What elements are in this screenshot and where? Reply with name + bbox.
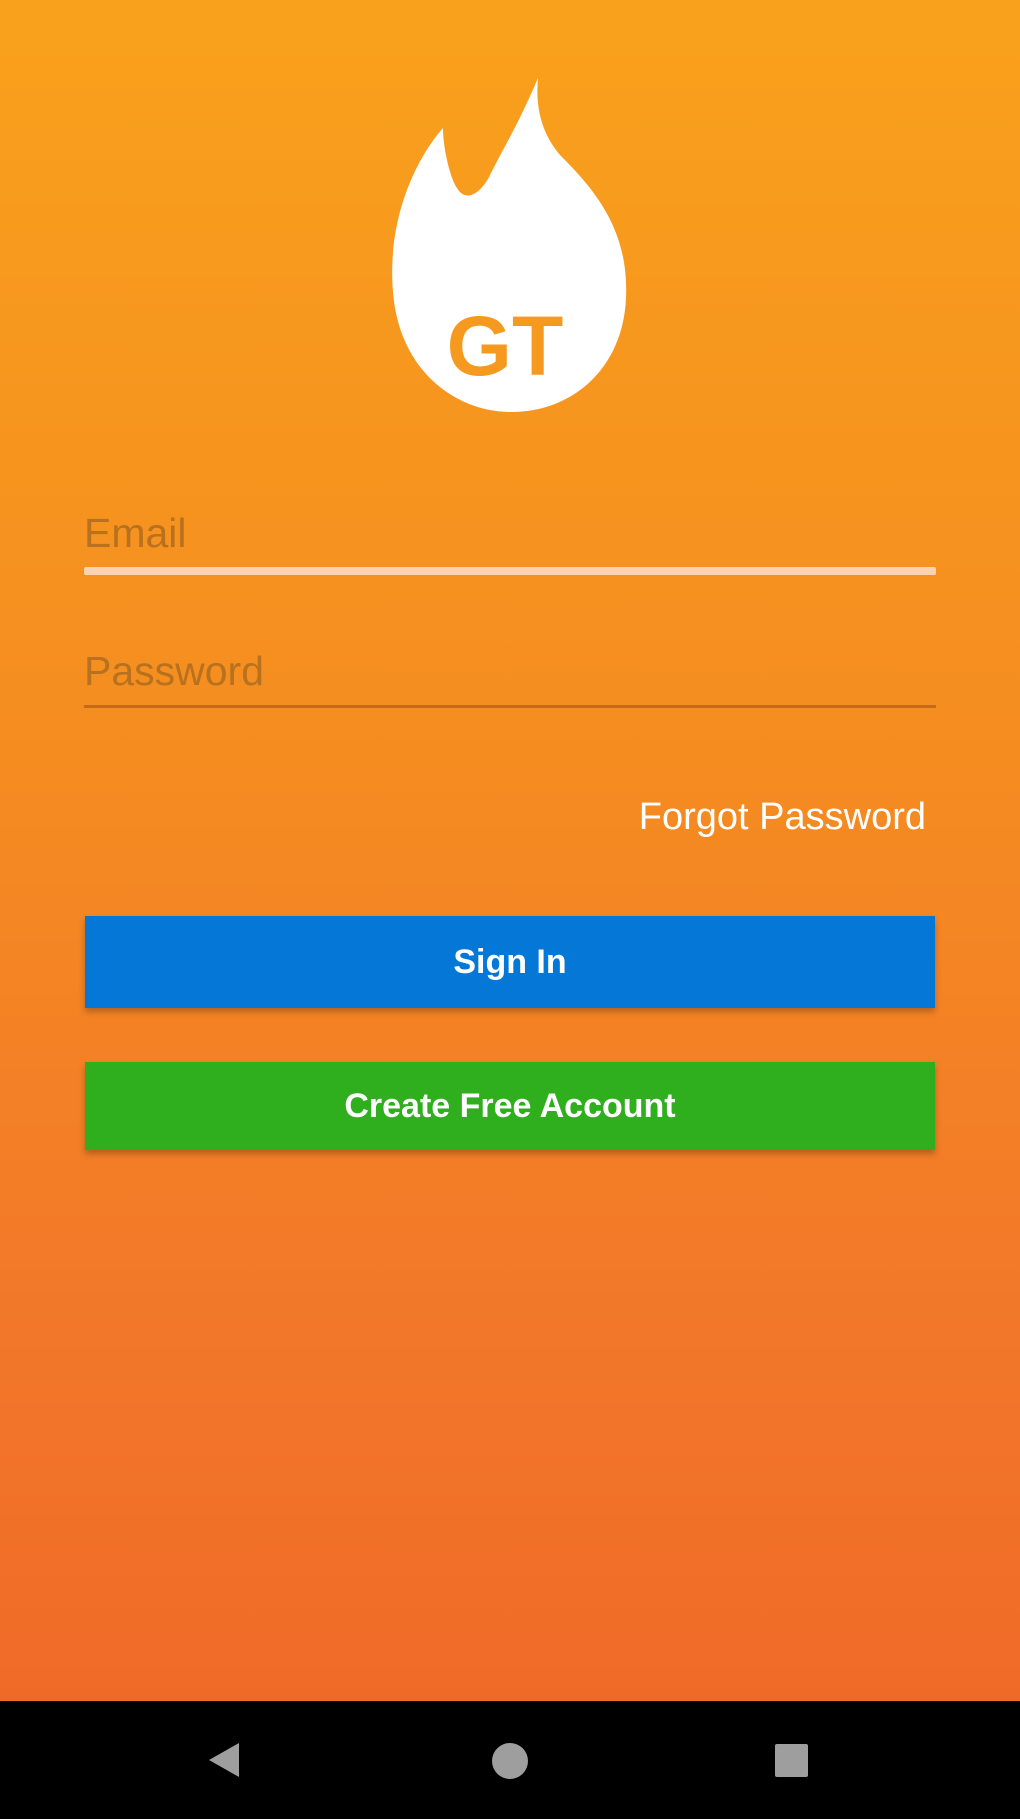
recents-icon[interactable] [775, 1744, 808, 1777]
create-account-button[interactable]: Create Free Account [85, 1062, 935, 1150]
login-screen: GT Forgot Password Sign In Create Free A… [0, 0, 1020, 1819]
password-field-container [84, 648, 936, 708]
flame-icon: GT [392, 78, 627, 412]
password-input[interactable] [84, 648, 936, 705]
logo-text: GT [447, 299, 564, 393]
system-navigation-bar [0, 1701, 1020, 1819]
home-icon[interactable] [492, 1743, 528, 1779]
email-field-container [84, 510, 936, 575]
email-input[interactable] [84, 510, 936, 567]
email-underline [84, 567, 936, 575]
app-logo: GT [385, 70, 635, 415]
forgot-password-link[interactable]: Forgot Password [639, 796, 926, 839]
sign-in-button[interactable]: Sign In [85, 916, 935, 1008]
back-icon[interactable] [209, 1743, 239, 1777]
password-underline [84, 705, 936, 708]
